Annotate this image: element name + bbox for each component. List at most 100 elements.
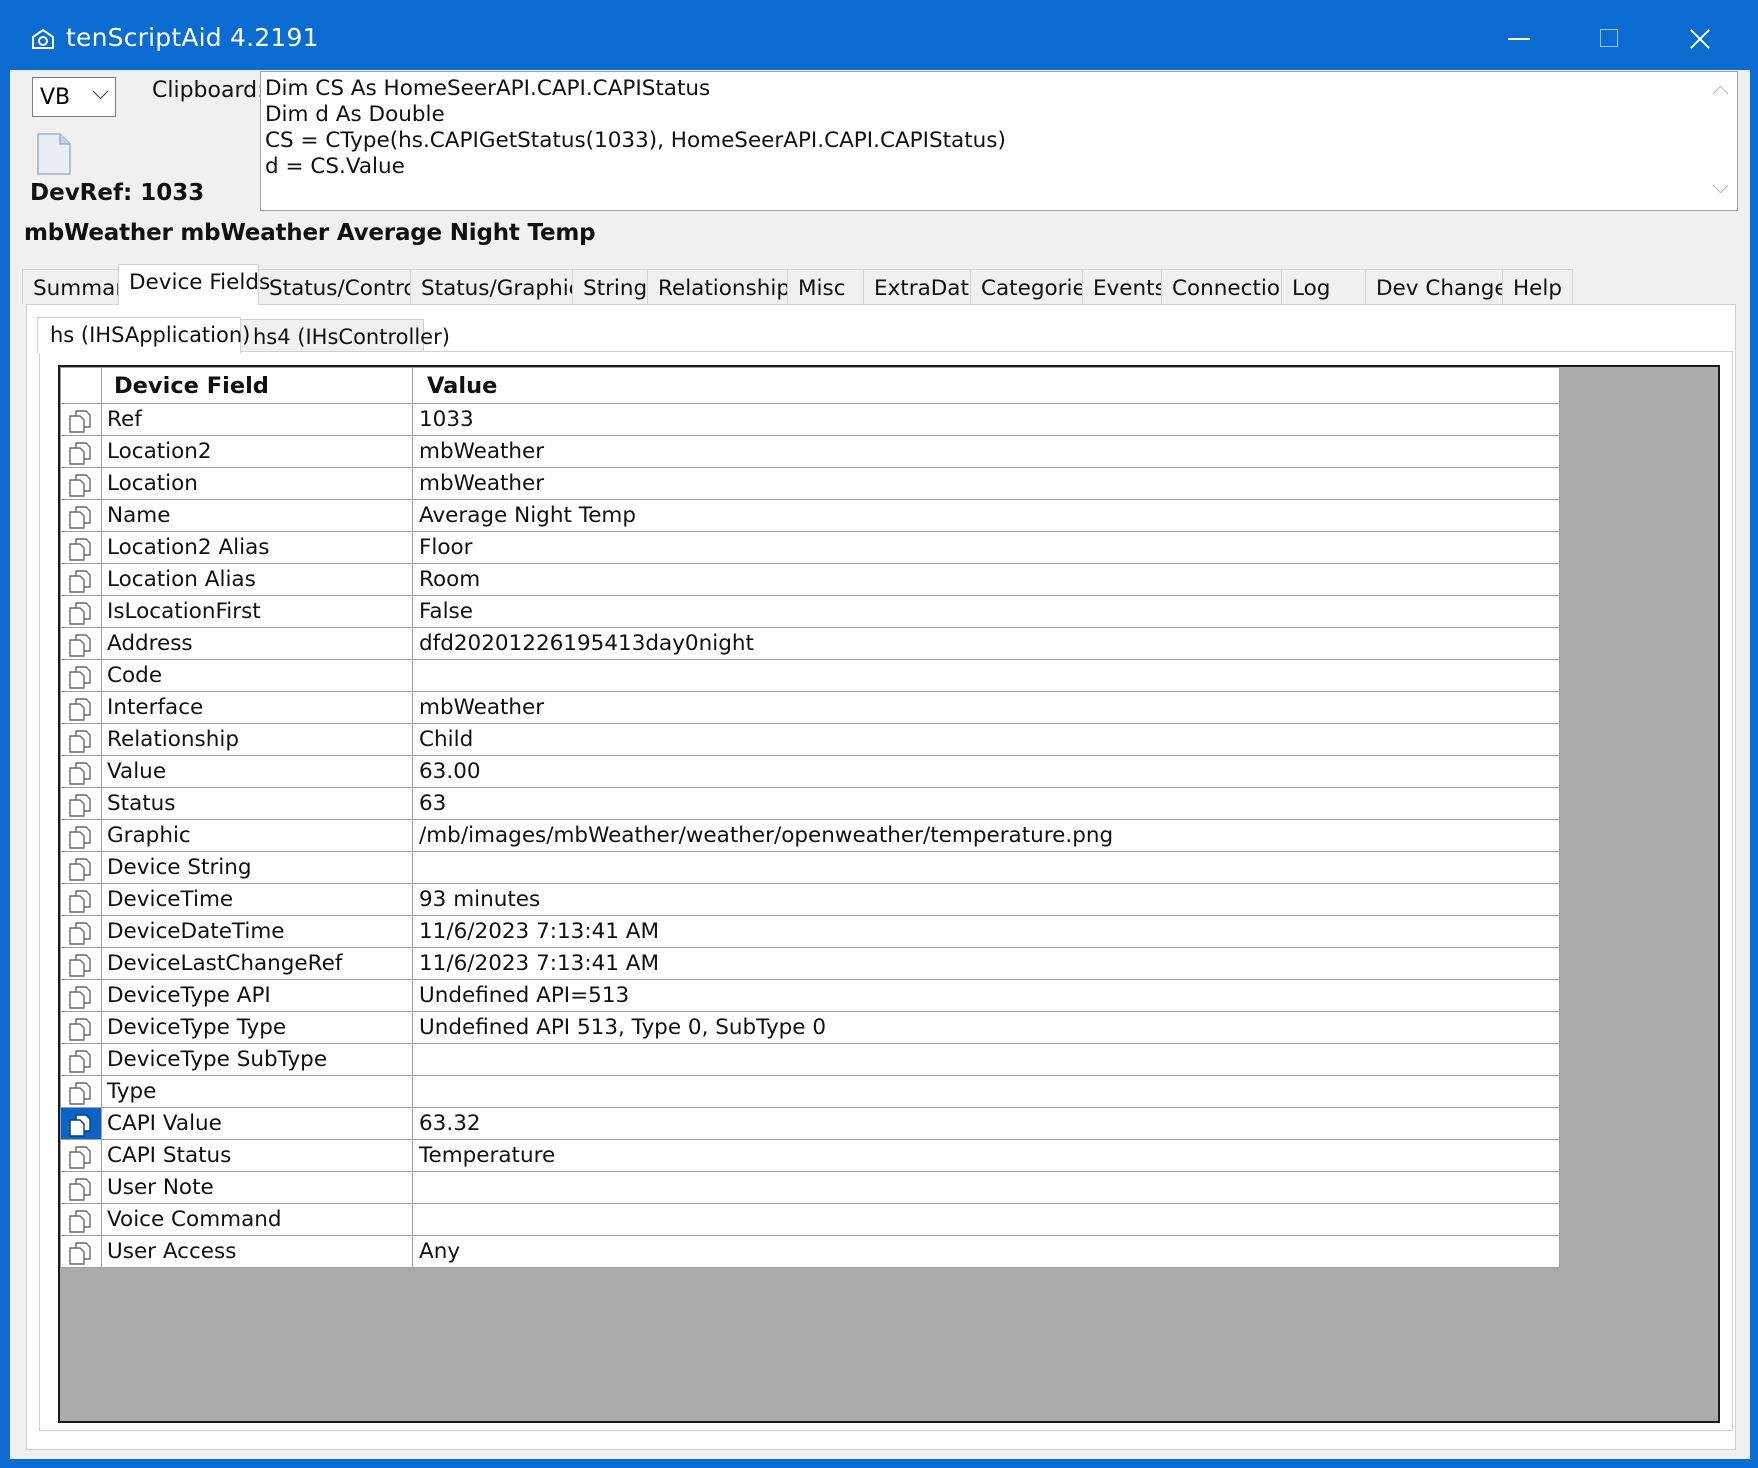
table-row[interactable]: Interface mbWeather [60,691,1560,724]
row-copy-button[interactable] [60,1171,102,1204]
field-value-cell[interactable]: mbWeather [412,467,1560,500]
device-fields-grid[interactable]: Device Field Value Ref 1033 Location2 mbWea… [58,365,1720,1423]
field-value-cell[interactable]: Child [412,723,1560,756]
scroll-up-icon[interactable] [1712,85,1729,102]
tab-device-fields[interactable]: Device Fields [118,264,270,305]
table-row[interactable]: User Access Any [60,1235,1560,1268]
field-value-cell[interactable]: Undefined API 513, Type 0, SubType 0 [412,1011,1560,1044]
row-copy-button[interactable] [60,563,102,596]
field-name-cell[interactable]: DeviceType SubType [101,1043,413,1076]
table-row[interactable]: CAPI Value 63.32 [60,1107,1560,1140]
table-row[interactable]: Location Alias Room [60,563,1560,596]
table-row[interactable]: Value 63.00 [60,755,1560,788]
tab-status-graphics[interactable]: Status/Graphics [410,269,592,304]
subtab-hs4-ihscontroller[interactable]: hs4 (IHsController) [240,319,450,353]
tab-help[interactable]: Help [1502,269,1573,304]
tab-connection[interactable]: Connection [1161,269,1294,304]
clipboard-scrollbar[interactable] [1703,72,1737,210]
field-value-cell[interactable] [412,1075,1560,1108]
row-copy-button[interactable] [60,947,102,980]
table-row[interactable]: Graphic/mb/images/mbWeather/weather/open… [60,819,1560,852]
field-value-cell[interactable]: Floor [412,531,1560,564]
row-copy-button[interactable] [60,883,102,916]
row-copy-button[interactable] [60,723,102,756]
table-row[interactable]: DeviceDateTime 11/6/2023 7:13:41 AM [60,915,1560,948]
table-row[interactable]: Code [60,659,1560,692]
field-name-cell[interactable]: Location [101,467,413,500]
language-select[interactable]: VB [32,77,116,117]
row-copy-button[interactable] [60,755,102,788]
field-value-cell[interactable]: mbWeather [412,435,1560,468]
field-name-cell[interactable]: Graphic [101,819,413,852]
field-name-cell[interactable]: DeviceType Type [101,1011,413,1044]
field-name-cell[interactable]: CAPI Value [101,1107,413,1140]
field-name-cell[interactable]: Relationship [101,723,413,756]
table-row[interactable]: DeviceType API Undefined API=513 [60,979,1560,1012]
table-row[interactable]: DeviceLastChangeRef 11/6/2023 7:13:41 AM [60,947,1560,980]
field-value-cell[interactable]: 63.00 [412,755,1560,788]
field-name-cell[interactable]: CAPI Status [101,1139,413,1172]
tab-status-controls[interactable]: Status/Controls [258,269,434,304]
field-value-cell[interactable]: Average Night Temp [412,499,1560,532]
field-name-cell[interactable]: DeviceType API [101,979,413,1012]
column-header-value[interactable]: Value [412,367,1560,404]
table-row[interactable]: Location2 Alias Floor [60,531,1560,564]
field-value-cell[interactable]: 1033 [412,403,1560,436]
field-value-cell[interactable]: Room [412,563,1560,596]
field-value-cell[interactable]: mbWeather [412,691,1560,724]
field-name-cell[interactable]: Location2 [101,435,413,468]
tab-string[interactable]: String [572,269,648,304]
table-row[interactable]: Ref 1033 [60,403,1560,436]
field-name-cell[interactable]: Address [101,627,413,660]
field-name-cell[interactable]: IsLocationFirst [101,595,413,628]
row-copy-button[interactable] [60,627,102,660]
field-name-cell[interactable]: Voice Command [101,1203,413,1236]
row-copy-button[interactable] [60,1011,102,1044]
field-value-cell[interactable]: False [412,595,1560,628]
table-row[interactable]: CAPI Status Temperature [60,1139,1560,1172]
field-name-cell[interactable]: Interface [101,691,413,724]
row-copy-button[interactable] [60,979,102,1012]
table-row[interactable]: DeviceType SubType [60,1043,1560,1076]
field-value-cell[interactable]: 63 [412,787,1560,820]
row-copy-button[interactable] [60,1043,102,1076]
field-name-cell[interactable]: Location Alias [101,563,413,596]
tab-categories[interactable]: Categories [970,269,1097,304]
table-row[interactable]: Voice Command [60,1203,1560,1236]
field-value-cell[interactable]: Temperature [412,1139,1560,1172]
table-row[interactable]: Status 63 [60,787,1560,820]
row-copy-button[interactable] [60,499,102,532]
field-value-cell[interactable]: dfd20201226195413day0night [412,627,1560,660]
field-name-cell[interactable]: Status [101,787,413,820]
field-value-cell[interactable]: Any [412,1235,1560,1268]
field-value-cell[interactable]: Undefined API=513 [412,979,1560,1012]
table-row[interactable]: DeviceType Type Undefined API 513, Type 0… [60,1011,1560,1044]
close-button[interactable] [1654,0,1744,78]
row-copy-button[interactable] [60,1203,102,1236]
column-header-device-field[interactable]: Device Field [101,367,413,404]
field-value-cell[interactable] [412,851,1560,884]
field-name-cell[interactable]: DeviceTime [101,883,413,916]
field-value-cell[interactable] [412,659,1560,692]
field-name-cell[interactable]: User Access [101,1235,413,1268]
clipboard-textbox[interactable]: Dim CS As HomeSeerAPI.CAPI.CAPIStatus Dim… [260,71,1738,211]
subtab-hs-ihsapplication[interactable]: hs (IHSApplication) [37,317,250,353]
table-row[interactable]: Type [60,1075,1560,1108]
row-copy-button[interactable] [60,915,102,948]
maximize-button[interactable] [1564,0,1654,78]
field-name-cell[interactable]: DeviceLastChangeRef [101,947,413,980]
table-row[interactable]: DeviceTime 93 minutes [60,883,1560,916]
row-copy-button[interactable] [60,659,102,692]
clipboard-text[interactable]: Dim CS As HomeSeerAPI.CAPI.CAPIStatus Dim… [265,76,1006,180]
field-name-cell[interactable]: Device String [101,851,413,884]
field-value-cell[interactable]: /mb/images/mbWeather/weather/openweather… [412,819,1560,852]
row-copy-button[interactable] [60,467,102,500]
row-copy-button[interactable] [60,1075,102,1108]
scroll-down-icon[interactable] [1712,177,1729,194]
minimize-button[interactable] [1474,0,1564,78]
tab-extradata[interactable]: ExtraData [863,269,982,304]
field-value-cell[interactable]: 11/6/2023 7:13:41 AM [412,915,1560,948]
copy-icon[interactable] [34,132,74,176]
table-row[interactable]: Device String [60,851,1560,884]
field-name-cell[interactable]: Name [101,499,413,532]
